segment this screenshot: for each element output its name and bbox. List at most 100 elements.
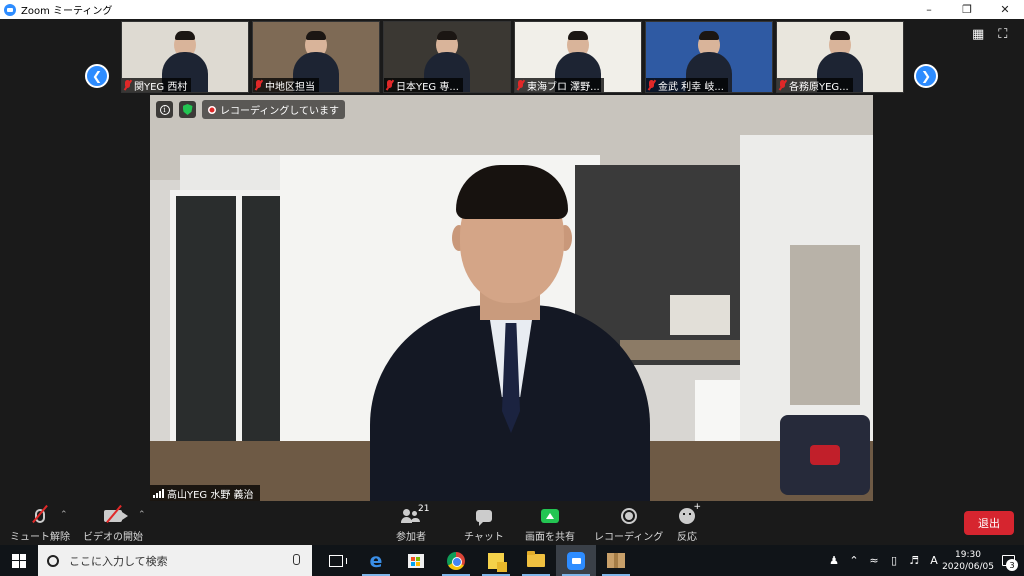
- encryption-badge[interactable]: [179, 101, 196, 118]
- record-button[interactable]: レコーディング: [594, 506, 663, 543]
- meeting-status-bar: i レコーディングしています: [156, 100, 345, 119]
- close-button[interactable]: ✕: [986, 0, 1024, 19]
- reactions-button[interactable]: 反応: [675, 502, 701, 543]
- participant-name-label: 金武 利幸 岐...: [646, 78, 728, 92]
- voice-search-icon[interactable]: [293, 554, 300, 565]
- participant-name-label: 関YEG 西村: [122, 78, 192, 92]
- active-speaker-video[interactable]: i レコーディングしています 高山YEG 水野 義治: [150, 95, 873, 501]
- participant-name: 中地区担当: [265, 81, 315, 93]
- system-tray: ♟ ⌃ ≈ ▯ ♬ A 19:30 2020/06/05 3: [824, 545, 1024, 576]
- recording-dot-icon: [208, 105, 216, 114]
- show-hidden-icons-caret[interactable]: ⌃: [844, 545, 864, 576]
- participant-thumbnail[interactable]: 日本YEG 専...: [383, 21, 511, 93]
- meeting-controls-toolbar: ミュート解除 ⌃ ビデオの開始 ⌃ 21 参加者 チャット 画面を共有 レコーデ…: [0, 502, 1024, 545]
- video-background: [780, 415, 870, 495]
- windows-taskbar: ここに入力して検索 e ♟ ⌃ ≈ ▯ ♬ A 19:30 2020/06/05…: [0, 545, 1024, 576]
- participant-name: 日本YEG 専...: [396, 81, 459, 93]
- muted-mic-icon: [255, 80, 262, 90]
- chevron-left-icon: ❮: [91, 69, 103, 83]
- participant-thumbnail[interactable]: 関YEG 西村: [121, 21, 249, 93]
- video-options-caret[interactable]: ⌃: [138, 510, 146, 520]
- action-center-button[interactable]: 3: [992, 545, 1024, 576]
- start-video-label: ビデオの開始: [83, 532, 143, 543]
- cortana-icon: [47, 554, 59, 567]
- record-icon: [620, 508, 637, 524]
- participant-count: 21: [418, 504, 430, 514]
- taskbar-search[interactable]: ここに入力して検索: [38, 545, 312, 576]
- taskbar-clock[interactable]: 19:30 2020/06/05: [942, 549, 994, 573]
- share-screen-button[interactable]: 画面を共有: [525, 506, 575, 543]
- shield-icon: [182, 104, 193, 115]
- audio-options-caret[interactable]: ⌃: [60, 510, 68, 520]
- participant-thumbnail[interactable]: 中地区担当: [252, 21, 380, 93]
- gallery-next-button[interactable]: ❯: [914, 64, 938, 88]
- participant-name: 各務原YEG...: [789, 81, 849, 93]
- leave-meeting-button[interactable]: 退出: [964, 511, 1014, 535]
- video-background: [670, 295, 730, 335]
- task-view-button[interactable]: [316, 545, 356, 576]
- muted-mic-icon: [779, 80, 786, 90]
- participants-label: 参加者: [396, 532, 426, 543]
- participant-thumbnail[interactable]: 各務原YEG...: [776, 21, 904, 93]
- recording-text: レコーディングしています: [220, 106, 339, 117]
- window-controls: – ❐ ✕: [910, 0, 1024, 19]
- battery-icon[interactable]: ▯: [884, 545, 904, 576]
- windows-logo-icon: [12, 553, 26, 568]
- participant-name-label: 各務原YEG...: [777, 78, 853, 92]
- chat-button[interactable]: チャット: [464, 506, 504, 543]
- participant-thumbnail[interactable]: 金武 利幸 岐...: [645, 21, 773, 93]
- participant-name-label: 東海ブロ 澤野...: [515, 78, 604, 92]
- chevron-right-icon: ❯: [920, 69, 932, 83]
- chrome-icon: [447, 551, 465, 570]
- participant-name-label: 中地区担当: [253, 78, 319, 92]
- participant-thumbnail[interactable]: 東海ブロ 澤野...: [514, 21, 642, 93]
- clock-time: 19:30: [955, 549, 981, 560]
- task-view-icon: [329, 554, 347, 567]
- speaker-name-label: 高山YEG 水野 義治: [150, 485, 260, 501]
- taskbar-app-store[interactable]: [396, 545, 436, 576]
- gallery-view-icon[interactable]: ▦: [972, 27, 984, 42]
- people-icon[interactable]: ♟: [824, 545, 844, 576]
- recording-indicator: レコーディングしています: [202, 100, 345, 119]
- info-icon: i: [159, 104, 170, 115]
- volume-icon[interactable]: ♬: [904, 545, 924, 576]
- participant-name: 東海ブロ 澤野...: [527, 81, 600, 93]
- participant-name: 金武 利幸 岐...: [658, 81, 724, 93]
- taskbar-app-edge[interactable]: e: [356, 545, 396, 576]
- minimize-button[interactable]: –: [910, 0, 948, 19]
- chat-icon: [475, 510, 492, 526]
- gallery-tools: ▦ ⛶: [972, 27, 1007, 42]
- share-screen-label: 画面を共有: [525, 532, 575, 543]
- reactions-icon: [679, 502, 701, 524]
- participants-button[interactable]: 21 参加者: [396, 504, 430, 543]
- muted-mic-icon: [124, 80, 131, 90]
- share-screen-icon: [541, 509, 559, 523]
- ime-indicator[interactable]: A: [924, 545, 944, 576]
- window-title: Zoom ミーティング: [21, 6, 113, 17]
- taskbar-app-chrome[interactable]: [436, 545, 476, 576]
- start-button[interactable]: [0, 545, 38, 576]
- taskbar-app-file-explorer[interactable]: [516, 545, 556, 576]
- start-video-button[interactable]: ビデオの開始: [83, 504, 143, 543]
- package-icon: [607, 553, 625, 568]
- edge-icon: e: [369, 549, 383, 572]
- taskbar-app-package[interactable]: [596, 545, 636, 576]
- muted-mic-icon: [517, 80, 524, 90]
- meeting-info-button[interactable]: i: [156, 101, 173, 118]
- muted-mic-icon: [386, 80, 393, 90]
- zoom-icon: [567, 551, 585, 570]
- unmute-label: ミュート解除: [10, 532, 70, 543]
- store-icon: [408, 553, 424, 568]
- zoom-app-icon: [4, 3, 16, 16]
- chat-label: チャット: [464, 532, 504, 543]
- reactions-label: 反応: [677, 532, 697, 543]
- notification-count: 3: [1006, 559, 1018, 571]
- gallery-prev-button[interactable]: ❮: [85, 64, 109, 88]
- participant-strip: 関YEG 西村 中地区担当 日本YEG 専... 東海ブロ 澤野... 金武 利…: [121, 21, 904, 93]
- taskbar-app-zoom[interactable]: [556, 545, 596, 576]
- taskbar-app-sticky-notes[interactable]: [476, 545, 516, 576]
- restore-button[interactable]: ❐: [948, 0, 986, 19]
- record-label: レコーディング: [594, 532, 664, 543]
- network-icon[interactable]: ≈: [864, 545, 884, 576]
- fullscreen-icon[interactable]: ⛶: [998, 27, 1007, 42]
